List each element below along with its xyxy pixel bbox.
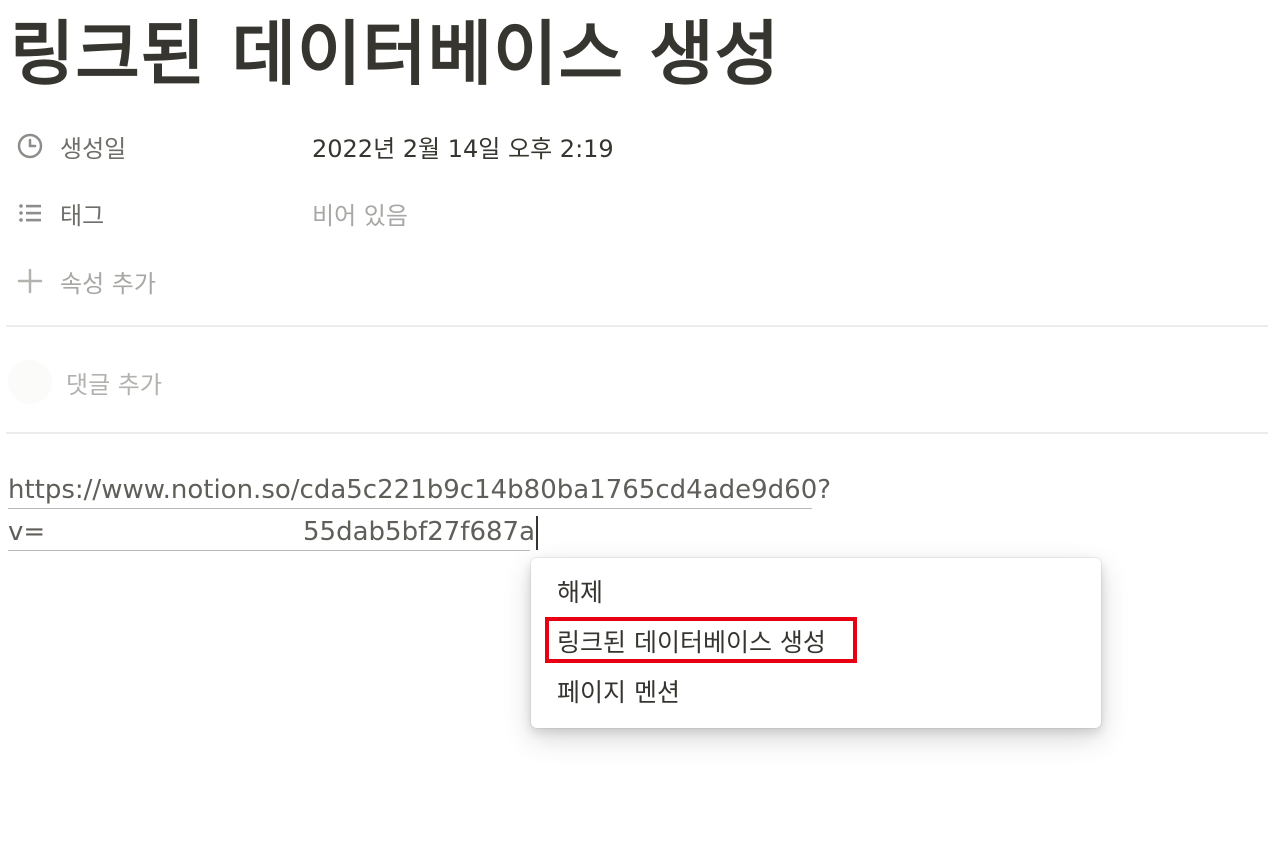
property-value-tags[interactable]: 비어 있음 [312,196,408,231]
menu-item-mention-page[interactable]: 페이지 멘션 [557,676,680,710]
menu-item-dismiss[interactable]: 해제 [557,576,603,610]
notion-page: 링크된 데이터베이스 생성 생성일 2022년 2월 14일 오후 2:19 태… [0,0,1280,856]
pasted-url-line-1[interactable]: https://www.notion.so/cda5c221b9c14b80ba… [8,472,831,509]
divider [6,432,1268,434]
property-row-created[interactable]: 생성일 2022년 2월 14일 오후 2:19 [14,126,614,166]
property-label-tags: 태그 [60,201,105,230]
property-label-created: 생성일 [60,134,127,163]
property-row-tags[interactable]: 태그 비어 있음 [14,193,408,233]
property-value-created: 2022년 2월 14일 오후 2:19 [312,134,614,163]
divider [6,325,1268,327]
plus-icon [14,265,46,297]
add-property-button[interactable]: 속성 추가 [14,261,312,301]
paste-options-menu: 해제 링크된 데이터베이스 생성 페이지 멘션 [531,558,1101,728]
avatar [8,360,52,404]
url-param-value: 55dab5bf27f687a [303,517,536,547]
menu-item-create-linked-database[interactable]: 링크된 데이터베이스 생성 [557,626,826,660]
pasted-url-line-2[interactable]: v= 55dab5bf27f687a [8,514,539,551]
page-title[interactable]: 링크된 데이터베이스 생성 [10,6,780,102]
clock-icon [14,130,46,162]
list-icon [14,197,46,229]
url-param-prefix: v= [8,517,46,547]
comment-input[interactable]: 댓글 추가 [66,365,162,400]
text-caret [536,515,539,550]
comment-row[interactable]: 댓글 추가 [8,356,162,408]
add-property-label: 속성 추가 [60,269,156,298]
